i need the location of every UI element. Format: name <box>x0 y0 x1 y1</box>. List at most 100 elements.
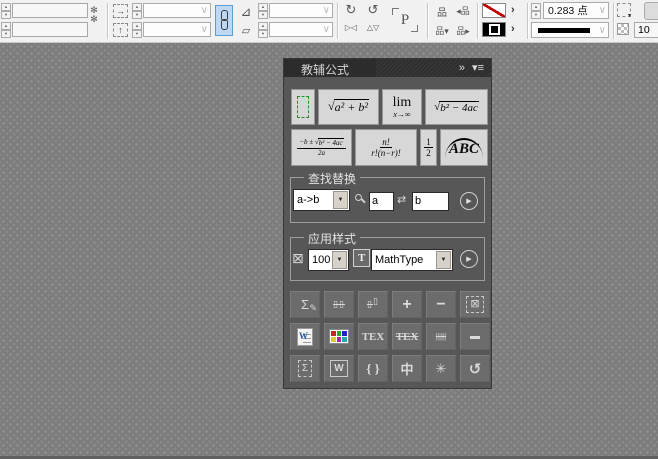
color-settings-button[interactable] <box>324 323 354 350</box>
flip-vertical-button[interactable]: △▽ <box>364 23 382 32</box>
line-style-dropdown[interactable]: ∨ <box>531 22 609 38</box>
word-document-button[interactable]: W <box>290 323 320 350</box>
chevron-down-icon[interactable]: ∨ <box>323 4 330 17</box>
chevron-down-icon[interactable]: ∨ <box>323 23 330 36</box>
size-field-2[interactable] <box>12 22 88 37</box>
lim-subscript: x→∞ <box>393 111 410 119</box>
spin-down-icon[interactable]: ▼ <box>258 11 268 19</box>
horizontal-spacing-button[interactable]: ▯▯ <box>324 291 354 318</box>
scale-dropdown[interactable]: 100 ▼ <box>308 249 349 271</box>
shadow-style-button[interactable]: ▾ <box>617 3 631 17</box>
empty-slot-button[interactable] <box>291 89 315 125</box>
panel-titlebar[interactable]: 教辅公式 » ▾≡ <box>284 59 491 77</box>
rotation-angle-icon[interactable]: ⊿ <box>238 4 254 20</box>
size-field-1[interactable] <box>12 3 88 18</box>
undo-button[interactable]: ↺ <box>460 355 490 382</box>
preset-value: a->b <box>297 194 319 206</box>
rotation-dropdown[interactable]: ∨ <box>269 3 333 18</box>
spin-up-icon[interactable]: ▲ <box>258 22 268 30</box>
skew-dropdown[interactable]: ∨ <box>269 22 333 37</box>
flip-horizontal-button[interactable]: ▷◁ <box>342 23 360 32</box>
vertical-spacing-button[interactable]: ▯▯ <box>358 291 388 318</box>
tree-left-button[interactable]: ◂品 <box>452 4 474 17</box>
sqrt-discriminant-formula-button[interactable]: √ b² − 4ac <box>425 89 488 125</box>
braces-button[interactable]: { } <box>358 355 388 382</box>
insert-equation-button[interactable]: Σ ✎ <box>290 291 320 318</box>
run-apply-style-button[interactable]: ▶ <box>460 250 478 268</box>
spin-up-icon[interactable]: ▲ <box>531 3 541 11</box>
thick-bar-button[interactable]: ▬ <box>460 323 490 350</box>
chevron-down-icon[interactable]: ▼ <box>436 251 451 269</box>
find-input[interactable]: a <box>369 192 394 211</box>
increase-size-button[interactable]: + <box>392 291 422 318</box>
rotate-ccw-button[interactable]: ↺ <box>364 2 382 18</box>
remove-tex-button[interactable]: TEX <box>392 323 422 350</box>
wrap-right-icon[interactable]: → <box>113 4 128 18</box>
wrap-top-dropdown[interactable]: ∨ <box>143 22 211 37</box>
wrap-right-dropdown[interactable]: ∨ <box>143 3 211 18</box>
decrease-size-button[interactable]: − <box>426 291 456 318</box>
replace-input[interactable]: b <box>412 192 449 211</box>
binomial-formula-button[interactable]: n! r!(n−r)! <box>355 129 417 166</box>
spin-up-icon[interactable]: ▲ <box>132 22 142 30</box>
convert-to-tex-button[interactable]: TEX <box>358 323 388 350</box>
rotation-spinner[interactable]: ▲ ▼ <box>258 3 268 18</box>
skew-icon[interactable]: ▱ <box>238 24 254 37</box>
gear-bug-button[interactable]: ✳ <box>426 355 456 382</box>
select-word-object-button[interactable]: W <box>324 355 354 382</box>
sqrt-sum-formula-button[interactable]: √ a² + b² <box>318 89 379 125</box>
select-equation-button[interactable]: Σ <box>290 355 320 382</box>
wrap-top-icon[interactable]: ↑ <box>113 23 128 37</box>
line-color-expand-icon[interactable]: › <box>511 4 515 16</box>
delete-placeholder-button[interactable]: ⊠ <box>460 291 490 318</box>
spin-down-icon[interactable]: ▼ <box>1 11 11 19</box>
spin-up-icon[interactable]: ▲ <box>258 3 268 11</box>
run-find-replace-button[interactable]: ▶ <box>460 192 478 210</box>
skew-spinner[interactable]: ▲ ▼ <box>258 22 268 37</box>
chevron-down-icon[interactable]: ∨ <box>599 3 606 19</box>
quadratic-formula-button[interactable]: −b ± √b² − 4ac 2a <box>291 129 352 166</box>
chevron-down-icon[interactable]: ∨ <box>599 23 606 38</box>
find-replace-preset-dropdown[interactable]: a->b ▼ <box>293 189 350 211</box>
stroke-width-dropdown[interactable]: 0.283 点 ∨ <box>543 2 609 19</box>
spin-down-icon[interactable]: ▼ <box>132 30 142 38</box>
select-object-button[interactable]: P <box>390 6 420 34</box>
tree-down-button[interactable]: 品▾ <box>432 24 452 37</box>
spin-down-icon[interactable]: ▼ <box>132 11 142 19</box>
tree-layout-button[interactable]: 品 <box>432 4 452 19</box>
transparency-icon[interactable] <box>617 23 629 35</box>
corner-style-button[interactable] <box>644 2 658 20</box>
half-fraction-button[interactable]: 1 2 <box>420 129 437 166</box>
center-anchor-button[interactable]: 中 <box>392 355 422 382</box>
size-spinner-1[interactable]: ▲ ▼ <box>1 3 11 18</box>
effects-icon[interactable]: ✻✻ <box>88 6 100 24</box>
spin-up-icon[interactable]: ▲ <box>1 3 11 11</box>
spin-down-icon[interactable]: ▼ <box>1 30 11 38</box>
limit-formula-button[interactable]: lim x→∞ <box>382 89 422 125</box>
spin-down-icon[interactable]: ▼ <box>258 30 268 38</box>
tree-right-button[interactable]: 品▸ <box>452 24 474 37</box>
fill-color-button[interactable] <box>482 22 506 37</box>
link-dimensions-toggle[interactable] <box>215 5 233 36</box>
fill-color-expand-icon[interactable]: › <box>511 23 515 35</box>
style-dropdown[interactable]: MathType ▼ <box>371 249 453 271</box>
chevron-down-icon[interactable]: ∨ <box>201 4 208 17</box>
line-color-button[interactable] <box>482 3 506 18</box>
size-spinner-2[interactable]: ▲ ▼ <box>1 22 11 37</box>
stroke-width-spinner[interactable]: ▲ ▼ <box>531 3 541 18</box>
wrap-right-spinner[interactable]: ▲ ▼ <box>132 3 142 18</box>
transparency-value-field[interactable]: 10 <box>634 22 658 38</box>
collapse-icon[interactable]: » <box>459 60 465 76</box>
comb-spacing-button[interactable]: ||||| <box>426 323 456 350</box>
spin-up-icon[interactable]: ▲ <box>132 3 142 11</box>
panel-menu-icon[interactable]: ▾≡ <box>472 60 484 76</box>
spin-down-icon[interactable]: ▼ <box>531 11 541 19</box>
wrap-top-spinner[interactable]: ▲ ▼ <box>132 22 142 37</box>
spin-up-icon[interactable]: ▲ <box>1 22 11 30</box>
arc-abc-formula-button[interactable]: ABC <box>440 129 488 166</box>
chevron-down-icon[interactable]: ▼ <box>333 191 348 209</box>
rotate-cw-button[interactable]: ↻ <box>342 2 360 18</box>
chevron-down-icon[interactable]: ∨ <box>201 23 208 36</box>
framed-w-icon: W <box>330 360 347 377</box>
chevron-down-icon[interactable]: ▼ <box>332 251 347 269</box>
